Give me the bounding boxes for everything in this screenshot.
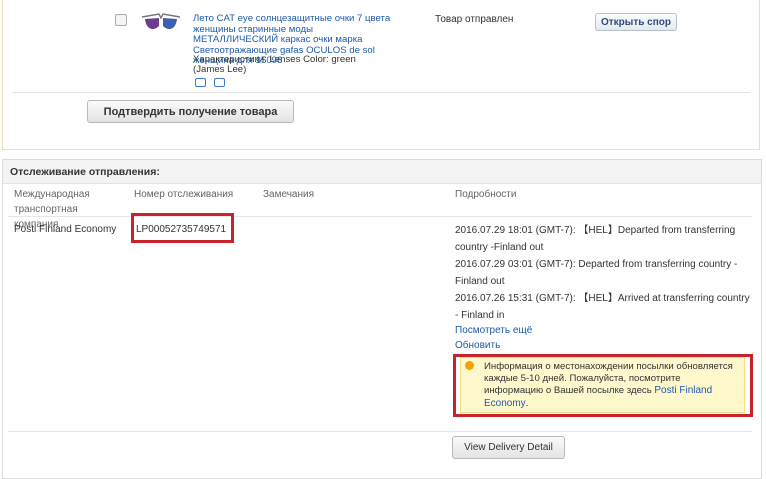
divider — [12, 92, 750, 93]
divider — [8, 431, 752, 432]
column-header-details: Подробности — [455, 189, 517, 200]
carrier-name: Posti Finland Economy — [14, 224, 117, 235]
notice-text: Информация о местонахождении посылки обн… — [484, 361, 742, 410]
refresh-link[interactable]: Обновить — [455, 340, 500, 351]
snapshot-icon[interactable] — [195, 78, 206, 87]
see-more-link[interactable]: Посмотреть ещё — [455, 325, 532, 336]
tracking-event: 2016.07.29 18:01 (GMT-7): 【HEL】Departed … — [455, 225, 736, 253]
order-item-checkbox[interactable] — [115, 14, 127, 26]
column-header-remarks: Замечания — [263, 189, 315, 200]
product-attributes: Характеристики: Lenses Color: green (Jam… — [193, 54, 393, 76]
tracking-event: 2016.07.26 15:31 (GMT-7): 【HEL】Arrived a… — [455, 293, 750, 321]
info-bulb-icon — [465, 361, 474, 370]
tracking-event: 2016.07.29 03:01 (GMT-7): Departed from … — [455, 259, 738, 287]
open-dispute-button[interactable]: Открыть спор — [595, 13, 677, 31]
tracking-title: Отслеживание отправления: — [10, 166, 160, 178]
product-seller-line: (James Lee) — [193, 64, 247, 76]
column-header-number: Номер отслеживания — [134, 189, 234, 200]
divider — [8, 216, 752, 217]
tracking-number: LP00052735749571 — [136, 224, 227, 235]
product-thumbnail[interactable] — [140, 9, 182, 37]
view-delivery-detail-button[interactable]: View Delivery Detail — [452, 436, 565, 459]
order-status: Товар отправлен — [435, 14, 514, 25]
confirm-receipt-button[interactable]: Подтвердить получение товара — [87, 100, 294, 123]
card-icon[interactable] — [214, 78, 225, 87]
notice-tail: . — [525, 397, 529, 409]
